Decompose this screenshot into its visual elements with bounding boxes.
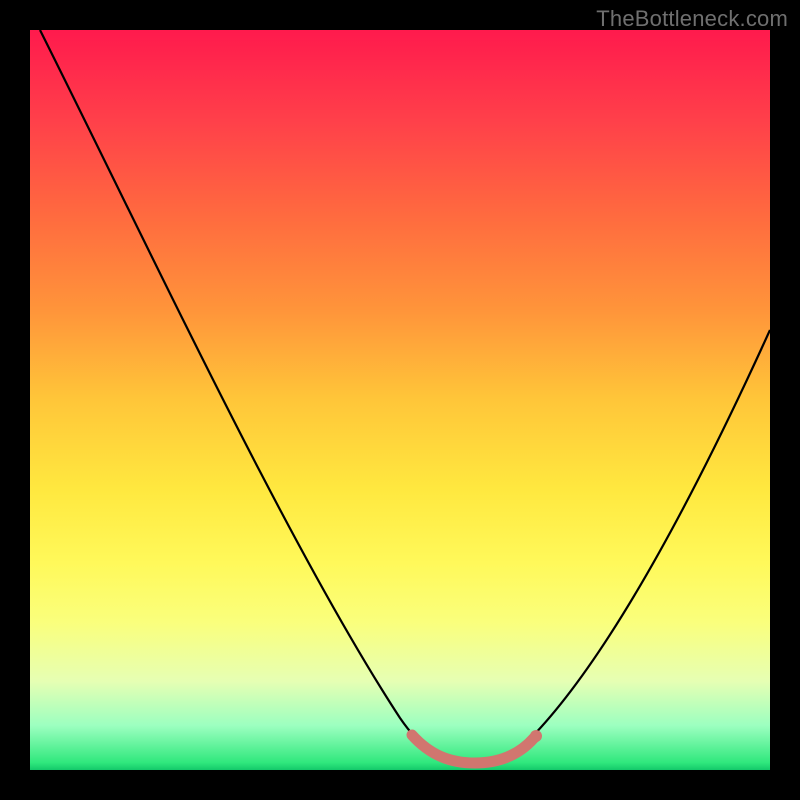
bottom-accent	[412, 735, 534, 763]
attribution-text: TheBottleneck.com	[596, 6, 788, 32]
bottleneck-curve	[30, 30, 770, 770]
chart-frame: TheBottleneck.com	[0, 0, 800, 800]
curve-path	[40, 30, 770, 763]
plot-area	[30, 30, 770, 770]
accent-dot	[530, 730, 542, 742]
